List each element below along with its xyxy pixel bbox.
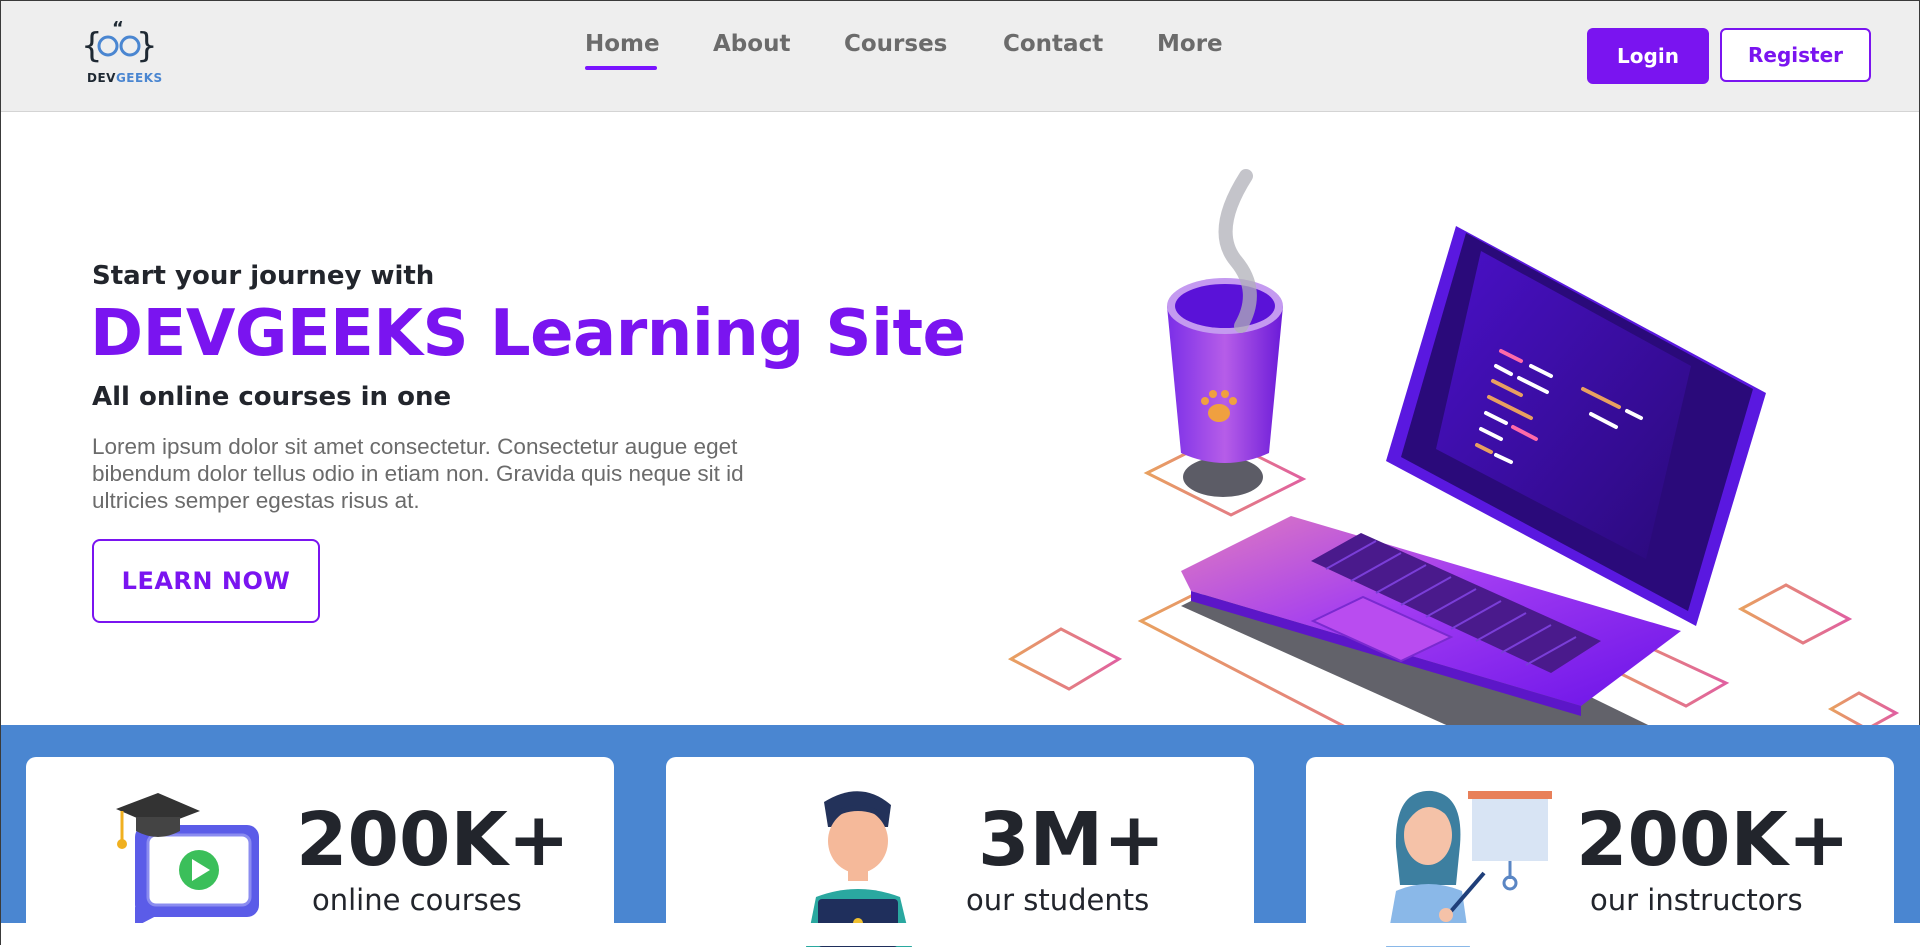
register-button[interactable]: Register xyxy=(1720,28,1871,82)
stat-card-students: 3M+ our students xyxy=(666,757,1254,947)
nav-link-home[interactable]: Home xyxy=(585,31,660,70)
stat-value-courses: 200K+ xyxy=(296,797,570,883)
nav-link-home-label: Home xyxy=(585,31,660,57)
hero-eyebrow: Start your journey with xyxy=(92,261,435,291)
logo-wordmark-geeks: GEEKS xyxy=(115,71,163,85)
nav-link-about[interactable]: About xyxy=(713,31,790,57)
svg-text:“: “ xyxy=(112,19,124,39)
nav-link-contact[interactable]: Contact xyxy=(1003,31,1103,57)
logo-wordmark-dev: DEV xyxy=(87,71,116,85)
hero-title: DEVGEEKS Learning Site xyxy=(90,297,966,371)
stat-label-instructors: our instructors xyxy=(1590,883,1803,917)
stat-card-instructors: 200K+ our instructors xyxy=(1306,757,1894,947)
stat-value-students: 3M+ xyxy=(978,797,1166,883)
logo-glasses-icon: { } “ xyxy=(81,19,157,66)
page-bottom-edge xyxy=(1,923,1920,946)
login-button[interactable]: Login xyxy=(1587,28,1709,84)
devgeeks-logo[interactable]: { } “ DEVGEEKS xyxy=(81,19,162,91)
stat-label-courses: online courses xyxy=(312,883,522,917)
stat-card-courses: 200K+ online courses xyxy=(26,757,614,947)
learn-now-button[interactable]: LEARN NOW xyxy=(92,539,320,623)
nav-active-underline xyxy=(585,66,657,70)
stats-band: 200K+ online courses 3M+ our students 20… xyxy=(1,725,1920,947)
nav-link-more[interactable]: More xyxy=(1157,31,1223,57)
stat-label-students: our students xyxy=(966,883,1150,917)
hero-subtitle: All online courses in one xyxy=(92,382,452,412)
stat-value-instructors: 200K+ xyxy=(1576,797,1850,883)
navbar: { } “ DEVGEEKS Home About Courses Contac… xyxy=(1,1,1919,112)
nav-link-courses[interactable]: Courses xyxy=(844,31,947,57)
hero-description: Lorem ipsum dolor sit amet consectetur. … xyxy=(92,434,744,513)
laptop-coffee-illustration xyxy=(1007,169,1900,726)
video-course-icon xyxy=(116,793,259,927)
logo-wordmark: DEVGEEKS xyxy=(87,71,163,85)
